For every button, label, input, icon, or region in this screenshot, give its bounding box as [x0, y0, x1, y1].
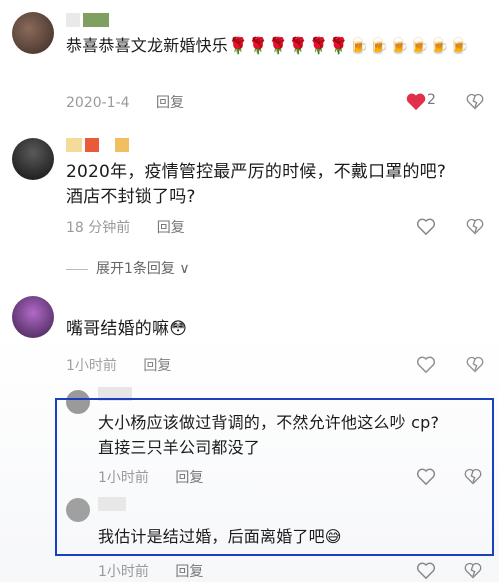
- comment-time: 18 分钟前: [66, 220, 131, 236]
- heart-icon[interactable]: [405, 91, 427, 111]
- reply-button[interactable]: 回复: [143, 358, 171, 374]
- username-blurred[interactable]: [66, 137, 132, 152]
- comment-text-line: 2020年，疫情管控最严厉的时候，不戴口罩的吧?: [66, 162, 447, 182]
- username-blurred[interactable]: [66, 12, 112, 27]
- heart-outline-icon[interactable]: [415, 216, 437, 236]
- dislike-icon[interactable]: [465, 354, 485, 374]
- avatar[interactable]: [12, 12, 54, 54]
- reply-meta: 1小时前 回复: [98, 561, 203, 581]
- comment-text: 2020年，疫情管控最严厉的时候，不戴口罩的吧? 酒店不封锁了吗?: [66, 160, 491, 210]
- dislike-icon[interactable]: [465, 91, 485, 111]
- comment-meta: 18 分钟前 回复: [66, 217, 185, 237]
- dislike-icon[interactable]: [463, 560, 483, 580]
- divider: [66, 268, 88, 270]
- dislike-icon[interactable]: [465, 216, 485, 236]
- avatar[interactable]: [12, 138, 54, 180]
- expand-label: 展开1条回复: [96, 261, 175, 277]
- comment-text-line: 酒店不封锁了吗?: [66, 187, 196, 207]
- heart-outline-icon[interactable]: [415, 560, 437, 580]
- avatar[interactable]: [12, 296, 54, 338]
- highlight-box: [55, 398, 494, 556]
- chevron-down-icon: ∨: [174, 261, 190, 277]
- expand-replies-button[interactable]: 展开1条回复 ∨: [66, 258, 190, 278]
- comment-meta: 1小时前 回复: [66, 355, 171, 375]
- comment-text: 恭喜恭喜文龙新婚快乐🌹🌹🌹🌹🌹🌹🍺🍺🍺🍺🍺🍺: [66, 36, 470, 55]
- comment-time: 1小时前: [66, 358, 117, 374]
- reply-button[interactable]: 回复: [175, 564, 203, 580]
- comment-time: 2020-1-4: [66, 95, 130, 111]
- comment-meta: 2020-1-4 回复: [66, 92, 184, 112]
- comment-text: 嘴哥结婚的嘛😳: [66, 319, 188, 339]
- reply-button[interactable]: 回复: [157, 220, 185, 236]
- reply-button[interactable]: 回复: [156, 95, 184, 111]
- like-count: 2: [427, 92, 436, 108]
- reply-time: 1小时前: [98, 564, 149, 580]
- heart-outline-icon[interactable]: [415, 354, 437, 374]
